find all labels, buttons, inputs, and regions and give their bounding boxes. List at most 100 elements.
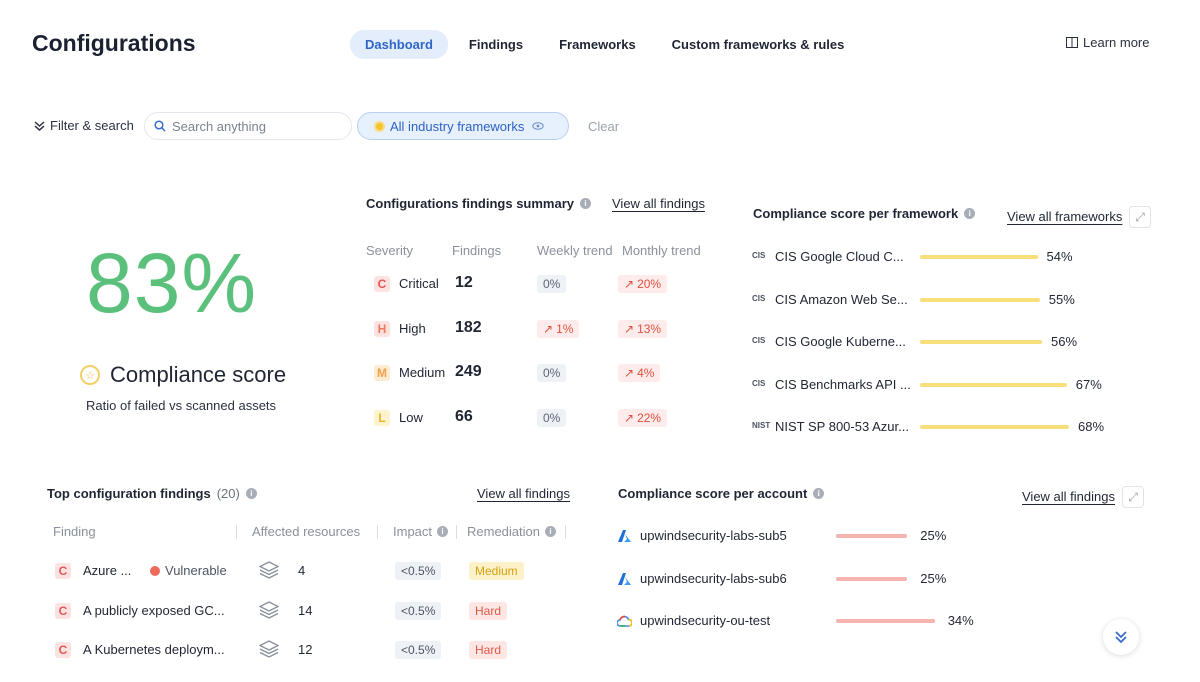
info-icon[interactable]: i — [437, 526, 449, 537]
view-all-frameworks-link[interactable]: View all frameworks — [1007, 209, 1122, 224]
account-score-bar — [836, 576, 908, 581]
info-icon[interactable]: i — [813, 488, 825, 499]
tab-custom-frameworks[interactable]: Custom frameworks & rules — [657, 30, 860, 59]
framework-dot-icon — [374, 120, 385, 132]
info-icon[interactable]: i — [245, 488, 257, 499]
framework-name[interactable]: NIST SP 800-53 Azur... — [775, 419, 915, 434]
severity-letter-badge: L — [374, 409, 390, 426]
compliance-score-subtitle: Ratio of failed vs scanned assets — [86, 398, 277, 413]
search-icon — [154, 120, 166, 132]
page-title: Configurations — [32, 30, 196, 56]
double-chevron-down-icon — [34, 120, 45, 131]
search-box — [144, 112, 352, 140]
framework-score-bar — [920, 425, 1069, 429]
info-icon[interactable]: i — [964, 208, 976, 219]
remediation-badge: Medium — [469, 562, 524, 580]
impact-badge: <0.5% — [395, 562, 442, 580]
finding-name[interactable]: Azure ... — [83, 563, 138, 578]
weekly-trend-badge: 0% — [537, 275, 567, 293]
learn-more-link[interactable]: Learn more — [1066, 35, 1149, 50]
framework-score-pct: 68% — [1078, 419, 1105, 434]
findings-summary-title: Configurations findings summary i — [366, 196, 592, 211]
top-findings-view-all-link[interactable]: View all findings — [477, 486, 570, 501]
framework-score-bar — [920, 255, 1038, 259]
tab-dashboard[interactable]: Dashboard — [350, 30, 448, 59]
framework-name[interactable]: CIS Google Kuberne... — [775, 334, 915, 349]
account-view-all-link[interactable]: View all findings — [1022, 489, 1115, 504]
severity-letter-badge: H — [374, 320, 390, 337]
filter-toggle[interactable]: Filter & search — [34, 118, 134, 133]
framework-name[interactable]: CIS Benchmarks API ... — [775, 377, 915, 392]
view-all-findings-link[interactable]: View all findings — [612, 196, 705, 211]
scroll-down-button[interactable] — [1103, 619, 1139, 655]
weekly-trend-value: 0% — [543, 277, 561, 291]
compliance-score-label: Compliance score — [110, 362, 287, 387]
framework-score-bar — [920, 297, 1040, 302]
severity-letter-badge: M — [374, 365, 390, 381]
info-icon[interactable]: i — [545, 526, 556, 537]
star-icon: ☆ — [80, 365, 100, 385]
expand-icon[interactable]: ⤢ — [1122, 486, 1144, 508]
framework-name[interactable]: CIS Google Cloud C... — [775, 249, 915, 264]
findings-count: 12 — [455, 274, 473, 291]
layers-icon — [258, 600, 280, 624]
layers-icon — [258, 640, 280, 663]
info-icon[interactable]: i — [580, 198, 592, 209]
affected-resources-count: 14 — [298, 602, 313, 618]
clear-filters-button[interactable]: Clear — [588, 119, 619, 134]
col-remediation-header: Remediation i — [467, 524, 556, 539]
monthly-trend-value: 22% — [637, 410, 662, 425]
trend-up-icon: ↗ — [624, 277, 635, 291]
weekly-trend-badge: ↗ 1% — [537, 319, 580, 338]
col-severity: Severity — [366, 243, 413, 258]
compliance-score-value: 83% — [86, 236, 258, 330]
framework-filter-chip[interactable]: All industry frameworks — [357, 112, 569, 140]
framework-chip-label: All industry frameworks — [390, 118, 525, 134]
trend-up-icon: ↗ — [624, 321, 635, 336]
account-score-pct: 25% — [920, 528, 947, 543]
severity-letter-badge: C — [55, 563, 71, 579]
cis-logo-icon: CIS — [752, 336, 766, 345]
weekly-trend-badge: 0% — [537, 364, 567, 382]
weekly-trend-value: 1% — [556, 321, 574, 336]
findings-count: 66 — [455, 407, 473, 425]
alert-dot-icon — [150, 565, 160, 576]
col-monthly-trend: Monthly trend — [622, 243, 701, 258]
findings-count: 249 — [455, 363, 482, 380]
column-divider — [236, 525, 237, 539]
compliance-score-heading: ☆ Compliance score — [80, 362, 286, 388]
search-input[interactable] — [172, 118, 342, 134]
severity-letter-badge: C — [374, 276, 390, 292]
top-findings-title-text: Top configuration findings — [47, 486, 211, 501]
account-score-bar — [836, 534, 908, 538]
tab-frameworks[interactable]: Frameworks — [544, 30, 651, 59]
tab-findings[interactable]: Findings — [454, 30, 538, 59]
finding-name[interactable]: A publicly exposed GC... — [83, 603, 238, 618]
framework-score-bar — [920, 382, 1067, 387]
severity-label: Medium — [399, 365, 446, 380]
azure-icon — [618, 572, 631, 590]
monthly-trend-value: 20% — [637, 277, 662, 291]
findings-summary-title-text: Configurations findings summary — [366, 196, 575, 211]
col-affected-resources: Affected resources — [252, 524, 361, 539]
expand-icon[interactable]: ⤢ — [1129, 206, 1151, 228]
framework-score-bar — [920, 340, 1042, 344]
account-name[interactable]: upwindsecurity-ou-test — [640, 613, 770, 628]
eye-icon[interactable] — [532, 122, 545, 130]
account-name[interactable]: upwindsecurity-labs-sub5 — [640, 528, 787, 543]
vulnerable-label: Vulnerable — [165, 563, 227, 578]
monthly-trend-badge: ↗ 4% — [618, 364, 661, 382]
impact-badge: <0.5% — [395, 601, 442, 620]
account-score-title: Compliance score per account i — [618, 486, 825, 501]
monthly-trend-value: 4% — [637, 366, 655, 380]
finding-name[interactable]: A Kubernetes deploym... — [83, 642, 238, 657]
nist-logo-icon: NIST — [752, 421, 771, 430]
col-finding: Finding — [53, 524, 96, 539]
col-impact-header: Impact i — [393, 524, 449, 539]
framework-name[interactable]: CIS Amazon Web Se... — [775, 292, 915, 307]
account-name[interactable]: upwindsecurity-labs-sub6 — [640, 571, 787, 586]
weekly-trend-value: 0% — [543, 410, 561, 425]
account-score-pct: 34% — [947, 613, 974, 628]
remediation-badge: Hard — [469, 601, 508, 620]
weekly-trend-value: 0% — [543, 366, 561, 380]
